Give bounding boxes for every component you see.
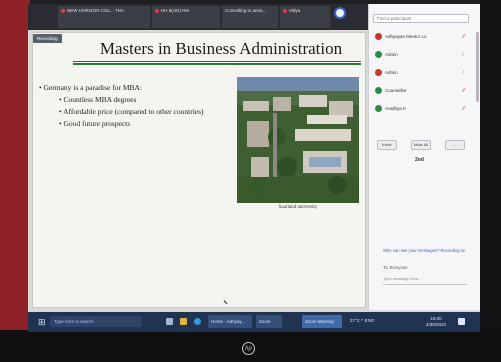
bullet-item: • Good future prospects bbox=[59, 119, 130, 128]
more-options-button[interactable]: ... bbox=[445, 140, 465, 150]
bullet-item: • Germany is a paradise for MBA: bbox=[39, 83, 142, 92]
slide-title: Masters in Business Administration bbox=[99, 39, 343, 58]
avatar bbox=[375, 87, 382, 94]
chat-recipient-select[interactable]: To: Everyone bbox=[383, 265, 407, 270]
avatar bbox=[375, 33, 382, 40]
muted-mic-icon bbox=[155, 8, 159, 13]
participant-name: Admin bbox=[385, 70, 398, 75]
meeting-video-strip: NEW HORIZON COL... TNA HH 5(UG) Rie Cons… bbox=[28, 4, 368, 30]
muted-mic-icon[interactable]: ⁄ bbox=[463, 70, 464, 76]
clock-date: 4/30/2022 bbox=[426, 322, 447, 327]
participant-count: 2nd bbox=[415, 157, 424, 163]
participant-name: Admin bbox=[385, 52, 398, 57]
video-tile[interactable]: HH 5(UG) Rie bbox=[152, 6, 220, 28]
avatar bbox=[375, 51, 382, 58]
tile-label: NEW HORIZON COL... TNA bbox=[67, 8, 124, 13]
title-divider bbox=[73, 61, 361, 62]
bullet-text: Good future prospects bbox=[63, 119, 131, 128]
bullet-marker-icon: • bbox=[59, 119, 62, 128]
bullet-text: Germany is a paradise for MBA: bbox=[43, 83, 143, 92]
panel-scrollbar[interactable] bbox=[476, 32, 479, 102]
bullet-marker-icon: • bbox=[59, 95, 62, 104]
taskbar-app-label: Home - Adhyay... bbox=[211, 319, 246, 324]
participant-row[interactable]: Aradhya K ⁄⁄ bbox=[375, 104, 473, 114]
avatar bbox=[375, 69, 382, 76]
participant-name: Aradhya K bbox=[385, 106, 407, 111]
muted-mic-icon bbox=[283, 8, 287, 13]
chat-notice: Who can see your messages? Recording on bbox=[383, 248, 466, 253]
participant-row[interactable]: Counsellor ⁄⁄ bbox=[375, 86, 473, 96]
title-divider bbox=[73, 63, 361, 65]
video-tile[interactable]: Vidya bbox=[280, 6, 330, 28]
speaker-indicator-icon bbox=[334, 7, 346, 19]
participant-search-input[interactable]: Find a participant bbox=[373, 14, 469, 23]
shared-slide: Recording Masters in Business Administra… bbox=[32, 32, 366, 308]
monitor-bezel-right bbox=[480, 0, 501, 362]
monitor-bezel-left bbox=[0, 0, 30, 362]
tile-label: Consulting to anna... bbox=[225, 8, 267, 13]
taskbar-app-chrome[interactable]: Home - Adhyay... bbox=[208, 315, 252, 328]
bullet-text: Affordable price (compared to other coun… bbox=[63, 107, 204, 116]
invite-button[interactable]: Invite bbox=[377, 140, 397, 150]
task-view-icon[interactable] bbox=[166, 318, 173, 325]
windows-taskbar: ⊞ Type here to search Home - Adhyay... Z… bbox=[28, 312, 480, 332]
muted-mic-icon[interactable]: ⁄ bbox=[463, 52, 464, 58]
tile-label: Vidya bbox=[289, 8, 301, 13]
photo-caption: Saarland university bbox=[278, 205, 318, 210]
muted-mic-icon[interactable]: ⁄⁄ bbox=[463, 88, 465, 94]
muted-mic-icon[interactable]: ⁄⁄ bbox=[463, 106, 465, 112]
mouse-cursor-icon: ⬉ bbox=[223, 300, 229, 306]
notification-icon[interactable] bbox=[458, 318, 465, 325]
recording-badge[interactable]: Recording bbox=[33, 34, 62, 43]
campus-photo bbox=[237, 77, 359, 203]
bullet-text: Countless MBA degrees bbox=[63, 95, 137, 104]
bullet-item: • Countless MBA degrees bbox=[59, 95, 136, 104]
taskbar-app-label: Zoom Meeting bbox=[305, 319, 334, 324]
participant-row[interactable]: Admin ⁄ bbox=[375, 68, 473, 78]
screen: NEW HORIZON COL... TNA HH 5(UG) Rie Cons… bbox=[28, 4, 480, 332]
taskbar-app-label: Zoom bbox=[259, 319, 271, 324]
mute-all-button[interactable]: Mute All bbox=[411, 140, 431, 150]
video-tile[interactable]: Consulting to anna... bbox=[222, 6, 278, 28]
bullet-item: • Affordable price (compared to other co… bbox=[59, 107, 204, 116]
video-tile[interactable]: NEW HORIZON COL... TNA bbox=[58, 6, 150, 28]
bullet-marker-icon: • bbox=[59, 107, 62, 116]
file-explorer-icon[interactable] bbox=[180, 318, 187, 325]
chat-message-input[interactable]: Type message here... bbox=[383, 276, 467, 285]
windows-start-icon[interactable]: ⊞ bbox=[38, 317, 46, 328]
muted-mic-icon bbox=[61, 8, 65, 13]
campus-aerial-image bbox=[237, 77, 359, 203]
avatar bbox=[375, 105, 382, 112]
system-tray[interactable]: 27°C ^ ENG bbox=[350, 318, 374, 323]
hp-logo-icon: hp bbox=[242, 342, 255, 355]
edge-browser-icon[interactable] bbox=[194, 318, 201, 325]
taskbar-app-zoom-meeting[interactable]: Zoom Meeting bbox=[302, 315, 342, 328]
participant-row[interactable]: Adhyayan Mentor Lo ⁄⁄ bbox=[375, 32, 473, 42]
bullet-marker-icon: • bbox=[39, 83, 42, 92]
participant-name: Adhyayan Mentor Lo bbox=[385, 34, 427, 39]
taskbar-app-zoom[interactable]: Zoom bbox=[256, 315, 282, 328]
muted-mic-icon[interactable]: ⁄⁄ bbox=[463, 34, 465, 40]
taskbar-clock[interactable]: 15:20 4/30/2022 bbox=[426, 316, 446, 328]
tile-label: HH 5(UG) Rie bbox=[161, 8, 190, 13]
participant-row[interactable]: Admin ⁄ bbox=[375, 50, 473, 60]
participant-name: Counsellor bbox=[385, 88, 407, 93]
participants-panel: Find a participant Adhyayan Mentor Lo ⁄⁄… bbox=[368, 4, 480, 310]
taskbar-search-input[interactable]: Type here to search bbox=[50, 316, 142, 327]
